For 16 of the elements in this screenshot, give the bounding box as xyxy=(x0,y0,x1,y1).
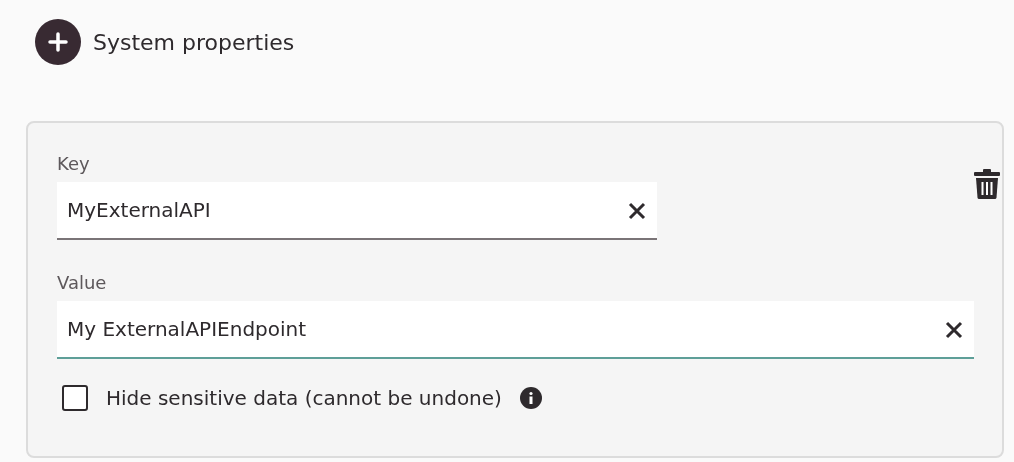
checkbox[interactable] xyxy=(62,385,88,411)
field-label: Key xyxy=(57,153,90,174)
clear-button[interactable] xyxy=(627,201,647,221)
section-title: System properties xyxy=(93,29,295,55)
text-field[interactable]: MyExternalAPI xyxy=(57,182,657,240)
delete-button[interactable] xyxy=(974,169,1000,201)
close-icon xyxy=(944,320,964,340)
trash-icon xyxy=(974,169,1000,199)
add-button[interactable] xyxy=(35,19,81,65)
close-icon xyxy=(627,201,647,221)
info-icon[interactable] xyxy=(519,387,542,409)
plus-icon xyxy=(48,32,68,52)
clear-button[interactable] xyxy=(944,320,964,340)
field-label: Value xyxy=(57,272,107,293)
checkbox-label: Hide sensitive data (cannot be undone) xyxy=(106,386,502,410)
text-field[interactable]: My ExternalAPIEndpoint xyxy=(57,301,974,359)
